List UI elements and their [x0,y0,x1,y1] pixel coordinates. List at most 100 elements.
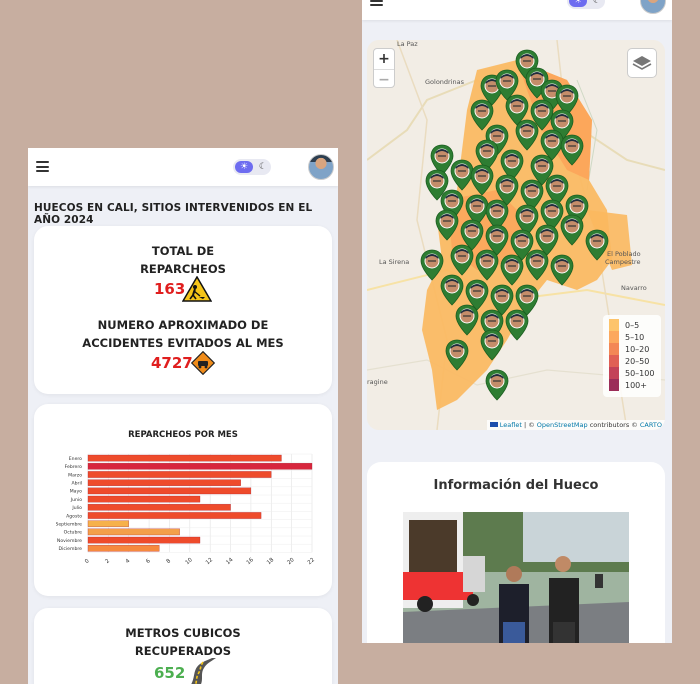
chart-bar [87,495,201,503]
right-screen: ☀ ☾ La Paz Golondrinas La Sirena El Pobl… [362,0,672,643]
attribution-text: contributors © [587,421,640,429]
top-app-bar: ☀ ☾ [28,148,338,186]
pothole-info-card: Información del Hueco [367,462,665,643]
place-label: La Paz [397,40,418,48]
place-label: Golondrinas [425,78,465,86]
legend-swatch [609,343,619,355]
pothole-video[interactable] [403,512,629,643]
place-label: Campestre [605,258,641,266]
video-frame [403,512,629,643]
x-tick-label: 0 [84,558,91,565]
chart-bar [87,545,160,552]
x-tick-label: 12 [205,557,214,566]
chart-bar [87,536,201,544]
pothole-marker[interactable] [585,229,609,261]
pothole-marker[interactable] [505,309,529,341]
pothole-marker[interactable] [475,249,499,281]
x-tick-label: 8 [166,558,173,565]
road-work-icon [182,276,212,302]
pothole-marker[interactable] [450,244,474,276]
legend-swatch [609,367,619,379]
moon-icon[interactable]: ☾ [259,160,267,174]
chart-title: REPARCHEOS POR MES [128,430,238,440]
chart-bar [87,528,180,536]
carto-link[interactable]: CARTO [640,421,662,429]
place-label: La Sirena [379,258,410,266]
place-label: Navarro [621,284,647,292]
pothole-marker[interactable] [550,254,574,286]
pothole-marker[interactable] [440,274,464,306]
y-tick-label: Septiembre [56,522,82,528]
zoom-in-button[interactable]: + [374,49,394,69]
pothole-marker[interactable] [455,304,479,336]
y-tick-label: Agosto [66,513,82,519]
pothole-marker[interactable] [470,164,494,196]
y-tick-label: Marzo [68,472,82,478]
chart-bar [87,463,313,470]
avatar[interactable] [640,0,666,14]
legend-swatch [609,355,619,367]
pothole-marker[interactable] [435,209,459,241]
y-tick-label: Enero [69,456,82,462]
moon-icon[interactable]: ☾ [593,0,601,8]
accidents-value: 4727 [151,354,193,372]
x-tick-label: 6 [145,558,152,565]
accidents-label-line1: NUMERO APROXIMADO DE [97,318,269,332]
pothole-marker[interactable] [560,134,584,166]
chart-bar [87,471,272,478]
osm-link[interactable]: OpenStreetMap [537,421,588,429]
map[interactable]: La Paz Golondrinas La Sirena El Poblado … [367,40,665,430]
pothole-marker[interactable] [450,159,474,191]
legend-item: 10–20 [609,343,655,355]
x-tick-label: 14 [225,557,235,566]
layers-icon [632,56,652,70]
x-tick-label: 2 [104,558,111,565]
chart-bar [87,454,282,462]
attribution-sep: | © [521,421,537,429]
x-tick-label: 22 [307,557,316,566]
legend-item: 5–10 [609,331,655,343]
pothole-marker[interactable] [470,99,494,131]
x-tick-label: 4 [125,558,132,565]
x-tick-label: 18 [266,557,276,566]
legend-label: 10–20 [625,344,650,354]
zoom-out-button[interactable]: − [374,69,394,89]
place-label: ragine [367,378,388,386]
menu-icon[interactable] [36,161,49,172]
legend-item: 100+ [609,379,655,391]
layers-button[interactable] [627,48,657,78]
leaflet-link[interactable]: Leaflet [500,421,522,429]
bar-chart: Enero Febrero Marzo Abril Mayo Junio Julio Agos… [56,453,316,566]
pothole-marker[interactable] [525,249,549,281]
y-tick-label: Diciembre [59,546,83,552]
accidents-label-line2: ACCIDENTES EVITADOS AL MES [82,336,284,350]
pothole-marker[interactable] [480,329,504,361]
legend-item: 20–50 [609,355,655,367]
metros-value: 652 [154,664,186,682]
chart-card: REPARCHEOS POR MES Enero Febrero Marzo Abri… [34,404,332,596]
pothole-marker[interactable] [420,249,444,281]
sun-icon[interactable]: ☀ [569,0,587,7]
pothole-marker[interactable] [485,369,509,401]
pothole-marker[interactable] [560,214,584,246]
metros-card: METROS CUBICOS RECUPERADOS 652 [34,608,332,684]
y-tick-label: Noviembre [57,538,82,544]
legend-label: 0–5 [625,320,640,330]
metros-label-line1: METROS CUBICOS [125,626,241,640]
top-app-bar: ☀ ☾ [362,0,672,20]
pothole-marker[interactable] [515,119,539,151]
menu-icon[interactable] [370,0,383,6]
chart-bar [87,520,129,527]
pothole-marker[interactable] [500,254,524,286]
total-value: 163 [154,280,186,298]
theme-toggle[interactable]: ☀ ☾ [233,159,271,175]
sun-icon[interactable]: ☀ [235,161,253,173]
theme-toggle[interactable]: ☀ ☾ [567,0,605,9]
pothole-marker[interactable] [445,339,469,371]
legend-label: 20–50 [625,356,650,366]
map-legend: 0–5 5–10 10–20 20–50 50–100 100+ [603,315,661,397]
avatar[interactable] [308,154,334,180]
chart-bar [87,487,252,495]
legend-swatch [609,319,619,331]
place-label: El Poblado [607,250,641,258]
